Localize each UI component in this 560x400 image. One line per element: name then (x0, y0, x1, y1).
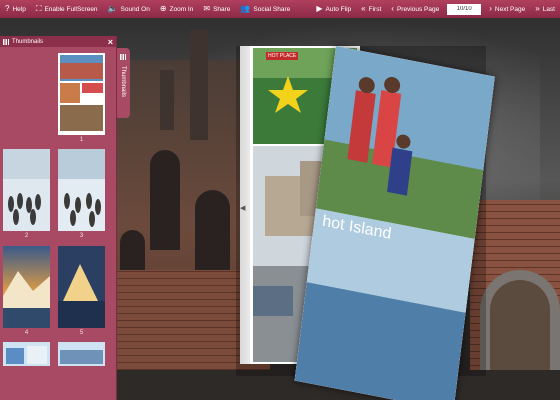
thumbnail-number: 1 (79, 137, 84, 143)
close-icon[interactable]: × (108, 37, 113, 47)
thumbnail-page-5[interactable] (58, 246, 105, 328)
thumbnail-page-3[interactable] (58, 149, 105, 231)
first-icon: « (361, 4, 366, 13)
arched-window (195, 190, 230, 270)
social-share-label: Social Share (253, 5, 291, 13)
thumbnail-number: 2 (24, 233, 29, 239)
zoom-icon: ⊕ (159, 4, 167, 13)
sound-button[interactable]: 🔈 Sound On (103, 0, 155, 18)
help-label: Help (12, 5, 26, 13)
auto-flip-button[interactable]: ▶ Auto Flip (311, 0, 356, 18)
social-share-button[interactable]: 👥 Social Share (235, 0, 295, 18)
grid-icon (120, 54, 126, 60)
chimney (160, 70, 174, 130)
fullscreen-icon: ⛶ (35, 4, 42, 13)
last-label: Last (542, 5, 555, 13)
chimney (190, 30, 208, 140)
fullscreen-button[interactable]: ⛶ Enable FullScreen (31, 0, 103, 18)
first-page-button[interactable]: « First (356, 0, 386, 18)
arched-window (150, 150, 180, 250)
help-button[interactable]: ? Help (0, 0, 31, 18)
last-icon: » (535, 4, 540, 13)
thumbnail-number: 4 (24, 330, 29, 336)
next-page-button[interactable]: › Next Page (484, 0, 530, 18)
mail-icon: ✉ (203, 4, 211, 13)
next-label: Next Page (494, 5, 526, 13)
hot-place-label: HOT PLACE (266, 52, 299, 60)
previous-label: Previous Page (396, 5, 440, 13)
share-label: Share (213, 5, 231, 13)
share-button[interactable]: ✉ Share (198, 0, 235, 18)
thumbnail-image (58, 342, 105, 366)
zoom-label: Zoom In (169, 5, 194, 13)
first-label: First (368, 5, 382, 13)
zoom-button[interactable]: ⊕ Zoom In (155, 0, 199, 18)
thumbnail-image (3, 149, 50, 231)
last-page-button[interactable]: » Last (530, 0, 560, 18)
thumbnail-panel: Thumbnails × 1 2 3 4 5 (0, 36, 117, 400)
thumbnail-image (3, 342, 50, 366)
thumbnail-title: Thumbnails (12, 38, 44, 45)
thumbnail-page-1[interactable] (58, 53, 105, 135)
previous-page-button[interactable]: ‹ Previous Page (386, 0, 444, 18)
thumbnail-page-6[interactable] (3, 342, 50, 366)
thumbnail-image (58, 149, 105, 231)
thumbnail-page-2[interactable] (3, 149, 50, 231)
grid-icon (3, 38, 9, 45)
speaker-icon: 🔈 (107, 4, 118, 13)
thumbnail-image (58, 246, 105, 328)
auto-flip-label: Auto Flip (325, 5, 352, 13)
people-icon: 👥 (240, 4, 251, 13)
help-icon: ? (5, 4, 10, 13)
previous-page-arrow[interactable]: ◀ (240, 204, 245, 212)
thumbnail-number: 3 (79, 233, 84, 239)
thumbnail-tab-label: Thumbnails (120, 66, 126, 98)
thumbnail-header: Thumbnails × (0, 36, 116, 47)
next-icon: › (489, 4, 492, 13)
previous-icon: ‹ (391, 4, 394, 13)
play-icon: ▶ (316, 4, 323, 13)
thumbnail-number: 5 (79, 330, 84, 336)
page-number-input[interactable] (447, 3, 482, 15)
thumbnail-page-7[interactable] (58, 342, 105, 366)
thumbnail-page-4[interactable] (3, 246, 50, 328)
thumbnail-tab[interactable]: Thumbnails (117, 48, 130, 118)
toolbar: ? Help ⛶ Enable FullScreen 🔈 Sound On ⊕ … (0, 0, 560, 18)
sound-label: Sound On (120, 5, 150, 13)
thumbnail-image (3, 246, 50, 328)
thumbnail-image (58, 53, 105, 135)
fullscreen-label: Enable FullScreen (44, 5, 98, 13)
